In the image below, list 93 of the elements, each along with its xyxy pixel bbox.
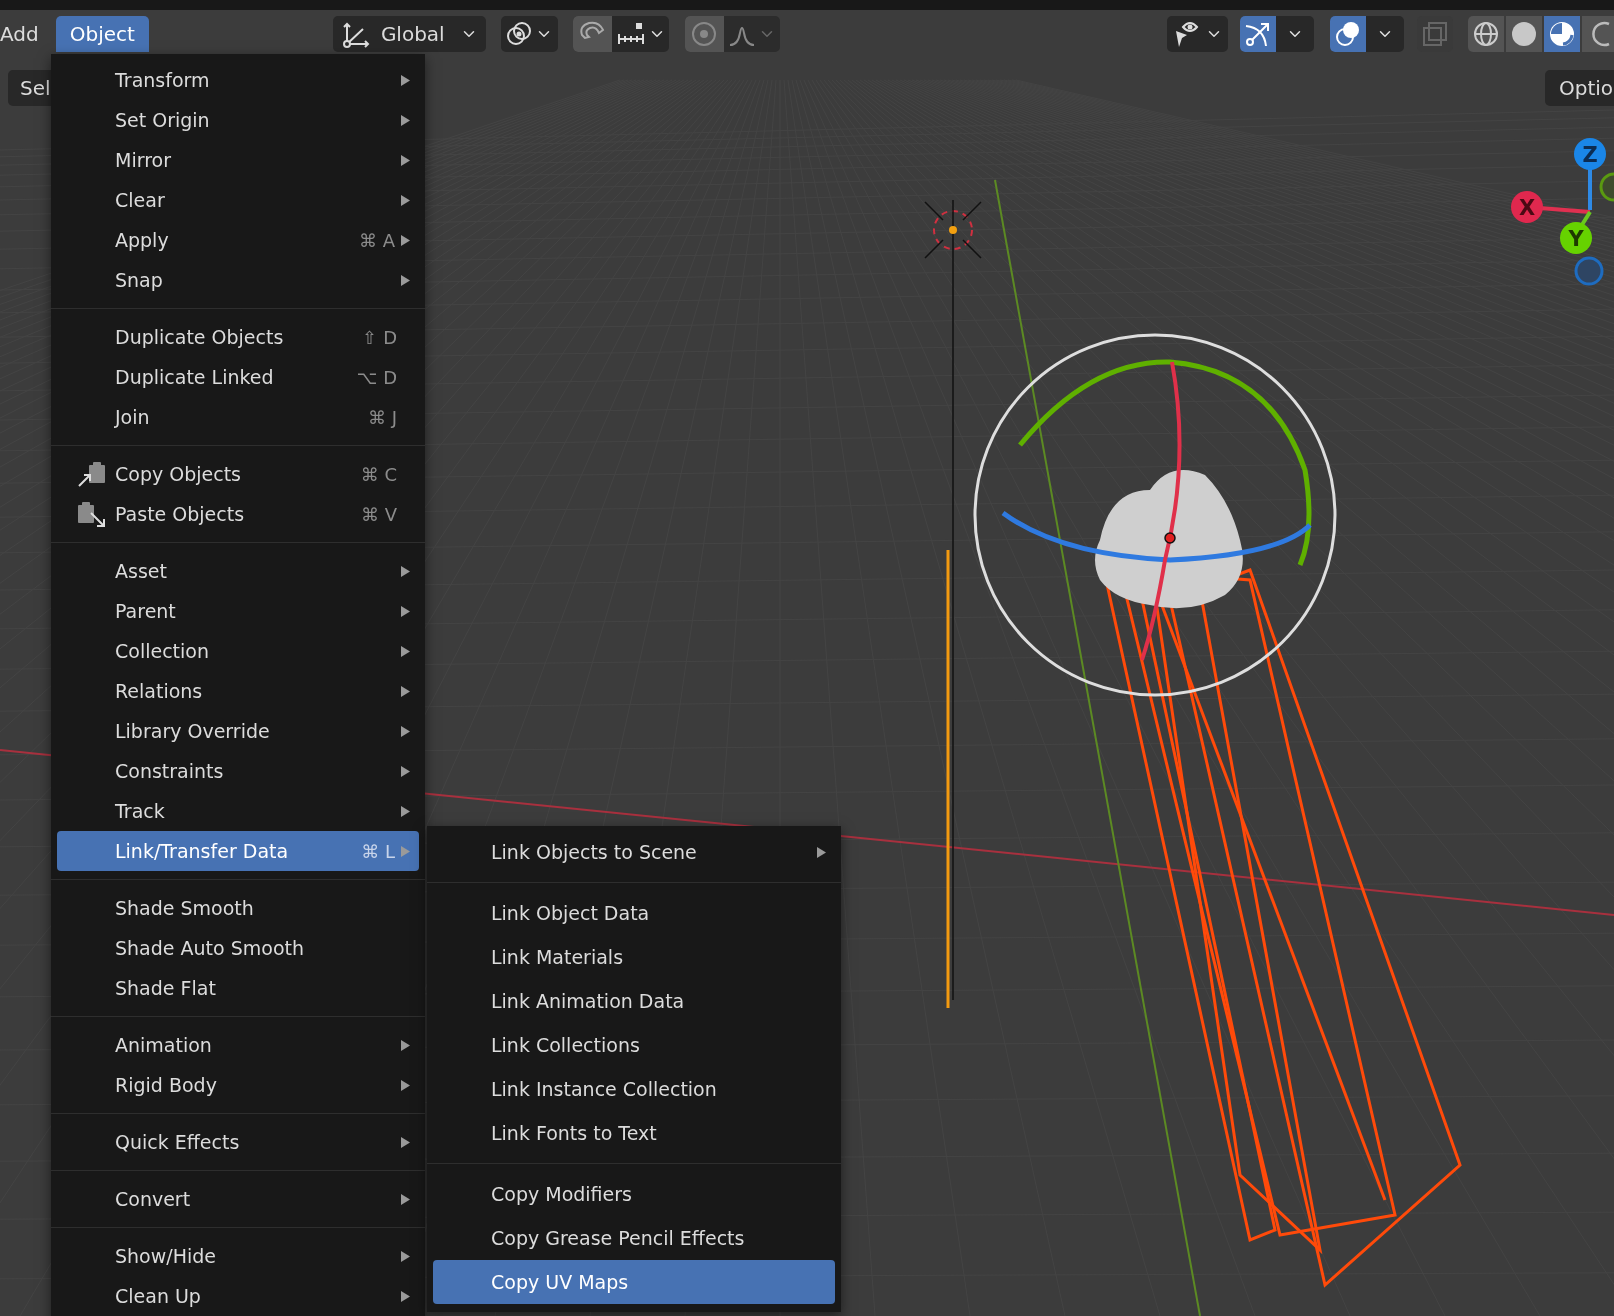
menu-item[interactable]: Join ⌘ J	[57, 397, 419, 437]
menu-item[interactable]: Link Fonts to Text	[433, 1111, 835, 1155]
menu-tab[interactable]: Object	[55, 16, 149, 52]
submenu-arrow-icon	[400, 604, 411, 618]
shortcut-label: ⇧ D	[362, 325, 397, 350]
shortcut-label: ⌘ A	[358, 228, 395, 253]
submenu-arrow-icon	[400, 113, 411, 127]
submenu-arrow-icon	[400, 273, 411, 287]
pivot-rings-icon	[505, 20, 534, 48]
submenu-arrow-icon	[400, 644, 411, 658]
menu-item[interactable]: Asset	[57, 551, 419, 591]
snap-toggle[interactable]	[573, 16, 613, 52]
shortcut-label: ⌘ C	[360, 462, 397, 487]
shading-mode-button[interactable]	[1543, 16, 1580, 52]
menu-tab[interactable]: Add	[0, 16, 53, 52]
menu-item[interactable]: Clean Up	[57, 1276, 419, 1316]
options-button[interactable]: Optio	[1545, 70, 1614, 106]
menu-item[interactable]: Apply ⌘ A	[57, 220, 419, 260]
menu-item[interactable]: Copy UV Maps	[433, 1260, 835, 1304]
menu-item[interactable]: Mirror	[57, 140, 419, 180]
submenu-arrow-icon	[400, 804, 411, 818]
shortcut-label: ⌘ V	[360, 502, 397, 527]
submenu-arrow-icon	[400, 1078, 411, 1092]
submenu-arrow-icon	[400, 1289, 411, 1303]
xray-squares-icon	[1422, 21, 1448, 47]
clipboard-arrow-icon	[77, 501, 107, 527]
menu-item[interactable]: Link Object Data	[433, 891, 835, 935]
menu-item[interactable]: Link Animation Data	[433, 979, 835, 1023]
submenu-arrow-icon	[400, 764, 411, 778]
menu-item[interactable]: Track	[57, 791, 419, 831]
submenu-arrow-icon	[400, 844, 411, 858]
submenu-arrow-icon	[400, 684, 411, 698]
shortcut-label: ⌘ J	[367, 405, 397, 430]
proportional-edit-toggle[interactable]	[684, 16, 724, 52]
selectability-dropdown[interactable]	[1167, 16, 1228, 52]
submenu-arrow-icon	[400, 1038, 411, 1052]
menu-item[interactable]: Animation	[57, 1025, 419, 1065]
submenu-arrow-icon	[400, 1135, 411, 1149]
submenu-arrow-icon	[400, 1249, 411, 1263]
menu-item[interactable]: Show/Hide	[57, 1236, 419, 1276]
submenu-arrow-icon	[400, 193, 411, 207]
submenu-arrow-icon	[400, 724, 411, 738]
target-circle-icon	[691, 21, 718, 47]
wire-sphere-icon	[1472, 21, 1499, 47]
menu-item[interactable]: Shade Smooth	[57, 888, 419, 928]
menu-item[interactable]: Link Instance Collection	[433, 1067, 835, 1111]
axis-label: X	[1518, 196, 1536, 220]
menu-item[interactable]: Duplicate Linked ⌥ D	[57, 357, 419, 397]
menu-item[interactable]: Link Collections	[433, 1023, 835, 1067]
menu-item[interactable]: Rigid Body	[57, 1065, 419, 1105]
menu-item[interactable]: Paste Objects ⌘ V	[57, 494, 419, 534]
submenu-arrow-icon	[400, 1192, 411, 1206]
menu-item[interactable]: Link/Transfer Data ⌘ L	[57, 831, 419, 871]
menu-item[interactable]: Snap	[57, 260, 419, 300]
submenu-arrow-icon	[400, 564, 411, 578]
menu-item[interactable]: Copy Objects ⌘ C	[57, 454, 419, 494]
menu-item[interactable]: Clear	[57, 180, 419, 220]
submenu-arrow-icon	[816, 845, 827, 859]
submenu-arrow-icon	[400, 233, 411, 247]
material-sphere-icon	[1548, 21, 1575, 47]
transform-axes-icon	[340, 20, 371, 48]
solid-sphere-icon	[1510, 21, 1537, 47]
increment-ruler-icon	[615, 22, 646, 46]
shading-mode-button[interactable]	[1581, 16, 1614, 52]
pivot-dropdown[interactable]	[500, 16, 559, 52]
menu-item[interactable]: Link Materials	[433, 935, 835, 979]
overlay-toggle[interactable]	[1330, 16, 1367, 52]
submenu-arrow-icon	[400, 153, 411, 167]
orientation-dropdown[interactable]: Global	[332, 16, 486, 52]
menu-item[interactable]: Link Objects to Scene	[433, 830, 835, 874]
menu-item[interactable]: Copy Modifiers	[433, 1172, 835, 1216]
navigation-gizmo[interactable]	[1511, 138, 1614, 286]
shading-mode-button[interactable]	[1505, 16, 1542, 52]
menu-item[interactable]: Collection	[57, 631, 419, 671]
menu-item[interactable]: Copy Grease Pencil Effects	[433, 1216, 835, 1260]
menu-item[interactable]: Shade Auto Smooth	[57, 928, 419, 968]
menu-item[interactable]: Duplicate Objects ⇧ D	[57, 317, 419, 357]
gizmo-toggle[interactable]	[1240, 16, 1277, 52]
axis-label: Y	[1568, 227, 1584, 251]
shortcut-label: ⌘ L	[361, 839, 395, 864]
menu-item[interactable]: Quick Effects	[57, 1122, 419, 1162]
menu-item[interactable]: Parent	[57, 591, 419, 631]
menu-item[interactable]: Relations	[57, 671, 419, 711]
clipboard-arrow-icon	[77, 461, 107, 487]
menu-item[interactable]: Library Override	[57, 711, 419, 751]
shortcut-label: ⌥ D	[356, 365, 397, 390]
menu-item[interactable]: Convert	[57, 1179, 419, 1219]
menu-item[interactable]: Shade Flat	[57, 968, 419, 1008]
3d-cursor-icon	[924, 199, 982, 1001]
shading-mode-button[interactable]	[1467, 16, 1504, 52]
submenu-arrow-icon	[400, 73, 411, 87]
menu-item[interactable]: Constraints	[57, 751, 419, 791]
axis-label: Z	[1582, 143, 1598, 167]
